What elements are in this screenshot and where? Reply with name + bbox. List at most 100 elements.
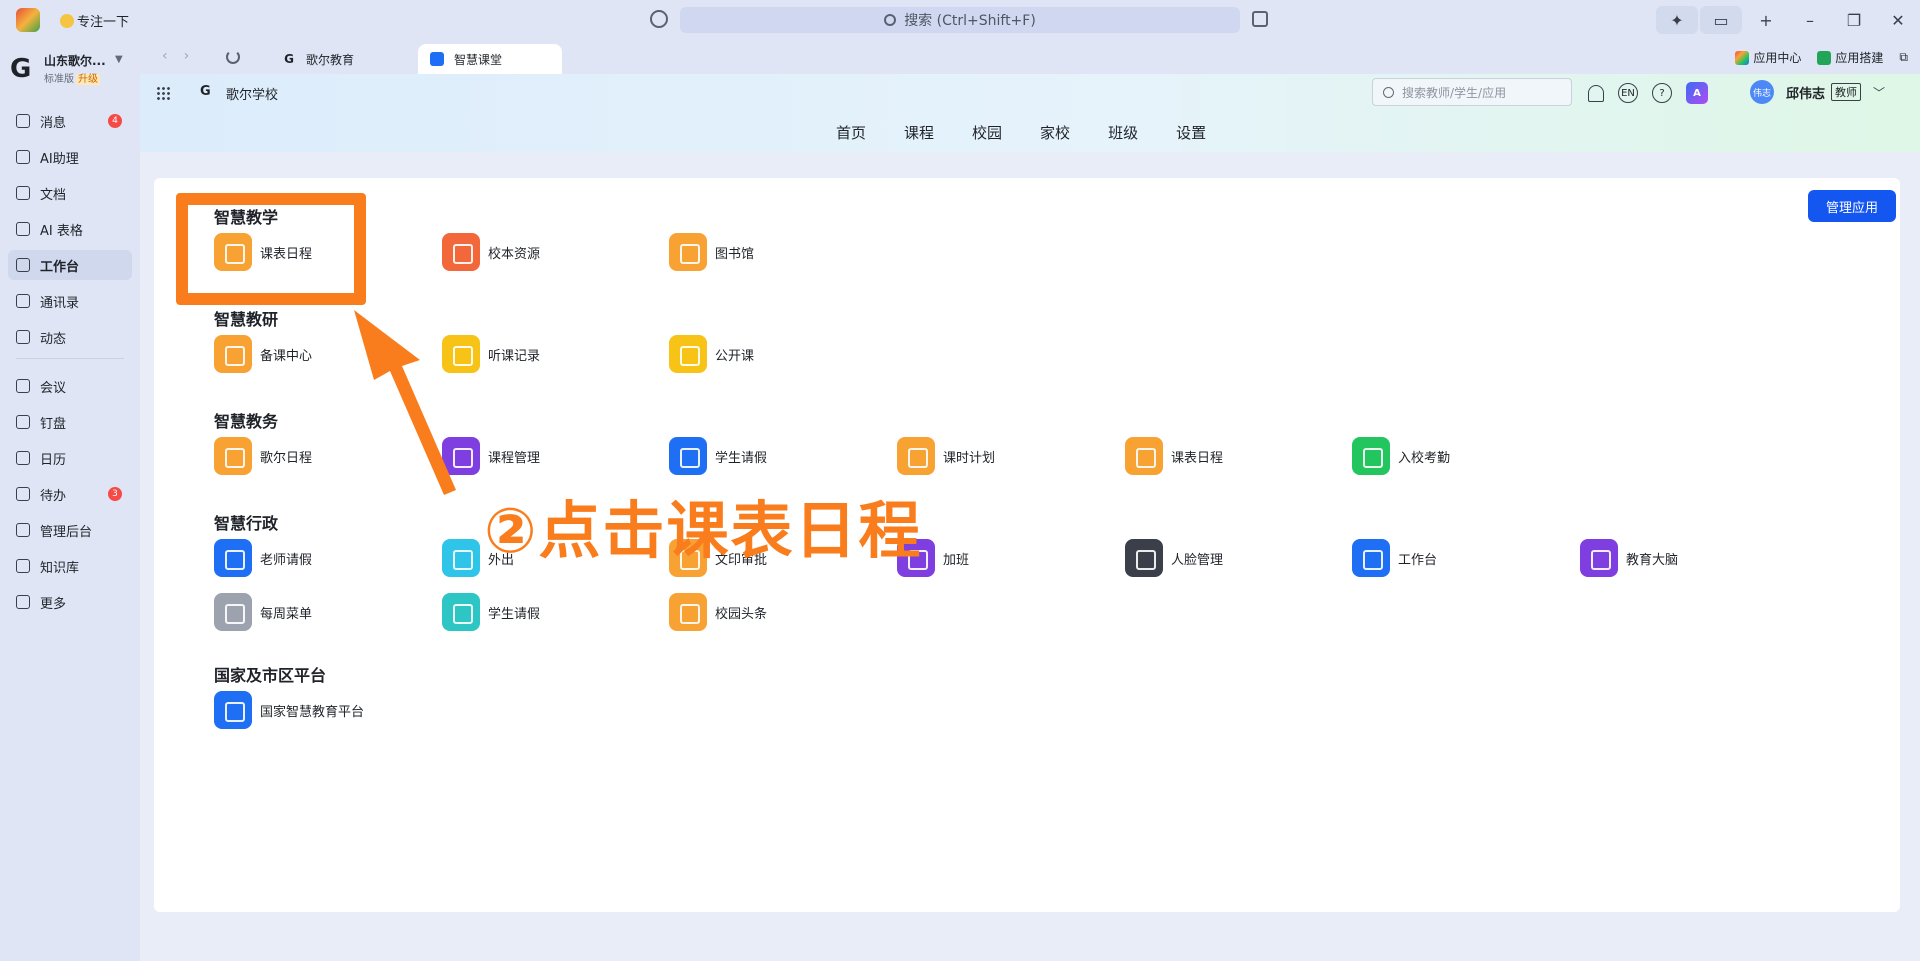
top-nav-item[interactable]: 班级	[1108, 122, 1138, 143]
app-tile[interactable]: 课时计划	[897, 436, 995, 476]
todo-icon	[16, 487, 30, 501]
app-header: G 歌尔学校 搜索教师/学生/应用 EN ? A 伟志 邱伟志 教师 ﹀ 首页 课…	[140, 74, 1920, 152]
restore-icon[interactable]: ❐	[1832, 0, 1876, 40]
document-icon	[16, 186, 30, 200]
apps-card: 管理应用 智慧教学 课表日程 校本资源 图书馆 智慧教研 备课中心 听课记录 公开课 智慧教务歌…	[154, 178, 1900, 912]
app-tile[interactable]: 人脸管理	[1125, 538, 1223, 578]
sidebar-item-12[interactable]: 知识库	[8, 551, 132, 581]
sidebar-item-7[interactable]: 会议	[8, 371, 132, 401]
sidebar-item-6[interactable]: 动态	[8, 322, 132, 352]
tab-smart-classroom[interactable]: 智慧课堂	[418, 44, 562, 74]
app-tile[interactable]: 图书馆	[669, 232, 754, 272]
org-edition: 标准版 升级	[44, 74, 100, 85]
app-tile[interactable]: 每周菜单	[214, 592, 312, 632]
top-nav-item[interactable]: 首页	[836, 122, 866, 143]
app-icon	[1580, 539, 1618, 577]
app-tile[interactable]: 教育大脑	[1580, 538, 1678, 578]
manage-apps-button[interactable]: 管理应用	[1808, 190, 1896, 222]
app-tile[interactable]: 公开课	[669, 334, 754, 374]
app-icon	[669, 437, 707, 475]
more-icon	[16, 595, 30, 609]
top-nav-item[interactable]: 家校	[1040, 122, 1070, 143]
app-icon	[669, 593, 707, 631]
history-icon[interactable]	[650, 10, 668, 28]
brand-app-icon[interactable]: A	[1686, 82, 1708, 104]
app-tile[interactable]: 学生请假	[442, 592, 540, 632]
app-label: 学生请假	[715, 450, 768, 466]
screen-share-icon[interactable]: ▭	[1700, 6, 1742, 34]
unread-badge: 3	[108, 487, 122, 501]
calendar-icon	[16, 451, 30, 465]
app-center-link[interactable]: 应用中心	[1735, 49, 1801, 66]
app-tile[interactable]: 备课中心	[214, 334, 312, 374]
app-tile[interactable]: 入校考勤	[1352, 436, 1450, 476]
app-label: 老师请假	[260, 552, 313, 568]
close-icon[interactable]: ✕	[1876, 0, 1920, 40]
app-grid-icon[interactable]	[156, 86, 170, 100]
focus-emoji-icon	[60, 14, 74, 28]
app-tile[interactable]: 学生请假	[669, 436, 767, 476]
help-icon[interactable]: ?	[1652, 83, 1672, 103]
global-search-bar[interactable]: 搜索 (Ctrl+Shift+F)	[680, 7, 1240, 33]
section-title: 智慧教务	[214, 412, 279, 431]
sidebar-item-8[interactable]: 钉盘	[8, 407, 132, 437]
top-nav-item[interactable]: 课程	[904, 122, 934, 143]
focus-mode-button[interactable]: 专注一下	[60, 11, 129, 30]
header-icons: EN ? A	[1588, 82, 1708, 104]
app-builder-link[interactable]: 应用搭建	[1817, 49, 1883, 66]
sidebar-item-label: 管理后台	[40, 524, 93, 540]
drive-icon	[16, 415, 30, 429]
app-search-input[interactable]: 搜索教师/学生/应用	[1372, 78, 1572, 106]
tab-strip-actions: 应用中心 应用搭建 ⧉	[1735, 49, 1908, 66]
app-tile[interactable]: 国家智慧教育平台	[214, 690, 364, 730]
sidebar-item-label: 更多	[40, 596, 67, 612]
app-tile[interactable]: 校园头条	[669, 592, 767, 632]
left-sidebar: G 山东歌尔... ▼ 标准版 升级 消息 4 AI助理文档 AI 表格工作台通讯录动态…	[0, 40, 140, 961]
meeting-icon	[16, 379, 30, 393]
app-tile[interactable]: 工作台	[1352, 538, 1437, 578]
tab-geer-education[interactable]: G 歌尔教育	[270, 44, 410, 74]
back-forward-arrows[interactable]: ‹›	[162, 48, 205, 64]
sidebar-item-13[interactable]: 更多	[8, 587, 132, 617]
app-tile[interactable]: 歌尔日程	[214, 436, 312, 476]
minimize-icon[interactable]: –	[1788, 0, 1832, 40]
app-icon	[669, 335, 707, 373]
bell-icon[interactable]	[1588, 84, 1604, 102]
nav-divider	[16, 358, 124, 359]
sidebar-item-1[interactable]: AI助理	[8, 142, 132, 172]
app-tile[interactable]: 课表日程	[1125, 436, 1223, 476]
app-icon	[442, 593, 480, 631]
ai-assistant-icon	[16, 150, 30, 164]
sidebar-item-0[interactable]: 消息 4	[8, 106, 132, 136]
org-logo: G	[10, 54, 32, 84]
app-label: 每周菜单	[260, 606, 313, 622]
sidebar-item-label: 消息	[40, 115, 67, 131]
sidebar-item-4[interactable]: 工作台	[8, 250, 132, 280]
sidebar-item-5[interactable]: 通讯录	[8, 286, 132, 316]
open-external-icon[interactable]: ⧉	[1899, 50, 1908, 65]
sidebar-item-10[interactable]: 待办 3	[8, 479, 132, 509]
ai-wand-icon[interactable]: ✦	[1656, 6, 1698, 34]
sidebar-item-2[interactable]: 文档	[8, 178, 132, 208]
sidebar-item-9[interactable]: 日历	[8, 443, 132, 473]
reload-icon[interactable]	[226, 50, 240, 64]
sidebar-item-label: 工作台	[40, 259, 80, 275]
app-icon	[214, 539, 252, 577]
top-nav-item[interactable]: 设置	[1176, 122, 1206, 143]
extensions-icon[interactable]	[1252, 11, 1268, 27]
sidebar-item-label: AI助理	[40, 151, 79, 167]
app-logo-icon[interactable]	[16, 8, 40, 32]
upgrade-badge[interactable]: 升级	[76, 74, 100, 85]
school-name[interactable]: 歌尔学校	[226, 84, 278, 103]
avatar: 伟志	[1750, 80, 1774, 104]
user-name: 邱伟志	[1786, 86, 1826, 102]
sidebar-item-3[interactable]: AI 表格	[8, 214, 132, 244]
org-switcher[interactable]: G 山东歌尔... ▼ 标准版 升级	[10, 50, 135, 94]
app-tile[interactable]: 老师请假	[214, 538, 312, 578]
user-menu[interactable]: 伟志 邱伟志 教师 ﹀	[1750, 80, 1885, 104]
new-window-icon[interactable]: +	[1744, 0, 1788, 40]
top-nav-item[interactable]: 校园	[972, 122, 1002, 143]
sidebar-item-11[interactable]: 管理后台	[8, 515, 132, 545]
language-icon[interactable]: EN	[1618, 83, 1638, 103]
app-tile[interactable]: 校本资源	[442, 232, 540, 272]
